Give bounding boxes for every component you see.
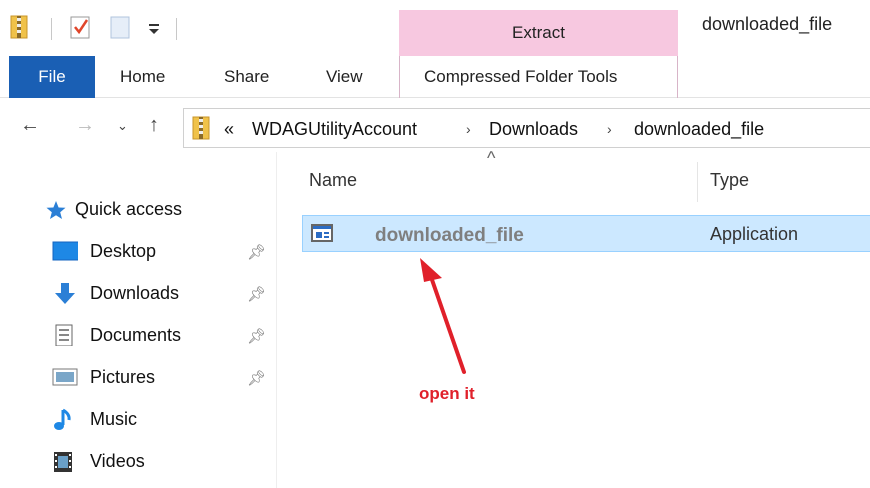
window-title: downloaded_file — [702, 14, 833, 34]
back-arrow-icon[interactable]: ← — [20, 114, 40, 137]
title-bar: Extract downloaded_file — [0, 0, 870, 56]
file-name: downloaded_file — [375, 225, 524, 246]
nav-documents[interactable]: Documents — [52, 318, 272, 352]
tab-compressed-folder-tools[interactable]: Compressed Folder Tools — [424, 56, 617, 98]
up-arrow-icon[interactable]: ↑ — [149, 114, 159, 137]
nav-item-label: Videos — [90, 451, 145, 471]
column-header-type[interactable]: Type — [710, 170, 749, 191]
tab-home[interactable]: Home — [120, 56, 165, 98]
annotation-label: open it — [419, 384, 475, 403]
recent-locations-chevron-icon[interactable]: ⌄ — [117, 118, 128, 134]
tab-view[interactable]: View — [326, 56, 363, 98]
file-type: Application — [710, 224, 799, 244]
breadcrumb-chevron-icon[interactable]: › — [607, 121, 612, 137]
nav-downloads[interactable]: Downloads — [52, 276, 272, 310]
breadcrumb-downloaded-file[interactable]: downloaded_file — [634, 119, 764, 140]
application-icon — [311, 224, 333, 242]
qat-separator — [51, 18, 52, 40]
zip-folder-icon — [192, 116, 210, 140]
pin-icon[interactable]: 📌︎ — [247, 369, 266, 387]
tab-share[interactable]: Share — [224, 56, 269, 98]
sort-ascending-icon: ^ — [487, 148, 496, 168]
nav-item-label: Downloads — [90, 283, 180, 303]
star-icon — [46, 201, 66, 219]
new-folder-icon[interactable] — [110, 14, 132, 40]
annotation-arrow — [420, 258, 466, 374]
nav-item-label: Documents — [90, 325, 182, 345]
desktop-icon — [52, 241, 78, 261]
pictures-icon — [52, 368, 78, 386]
nav-item-label: Desktop — [90, 241, 157, 261]
download-icon — [55, 283, 75, 304]
nav-item-label: Pictures — [90, 367, 156, 387]
navigation-pane: Quick access Desktop 📌︎ Downloads 📌︎ Doc… — [0, 152, 277, 488]
videos-icon — [54, 452, 72, 472]
tab-file[interactable]: File — [9, 56, 95, 98]
nav-desktop[interactable]: Desktop — [52, 234, 272, 268]
breadcrumb-downloads[interactable]: Downloads — [489, 119, 578, 140]
breadcrumb-chevron-icon[interactable]: › — [466, 121, 471, 137]
breadcrumb-overflow[interactable]: « — [224, 119, 234, 140]
zip-folder-icon — [10, 15, 28, 39]
customize-qat-icon[interactable] — [147, 22, 161, 36]
breadcrumb-wdagutilityaccount[interactable]: WDAGUtilityAccount — [252, 119, 417, 140]
address-bar[interactable]: « WDAGUtilityAccount › Downloads › downl… — [183, 108, 870, 148]
file-row-selected[interactable]: downloaded_file Application — [302, 215, 870, 252]
music-icon — [54, 408, 71, 430]
pin-icon[interactable]: 📌︎ — [247, 243, 266, 261]
column-header-name[interactable]: Name — [309, 170, 357, 191]
documents-icon — [55, 324, 73, 346]
context-tab-extract: Extract — [399, 10, 678, 56]
address-row: ← → ⌄ ↑ « WDAGUtilityAccount › Downloads… — [0, 104, 870, 152]
pin-icon[interactable]: 📌︎ — [247, 285, 266, 303]
column-divider[interactable] — [697, 162, 698, 202]
properties-icon[interactable] — [70, 14, 94, 40]
nav-item-label: Music — [90, 409, 138, 429]
nav-music[interactable]: Music — [52, 402, 272, 436]
nav-quick-access[interactable]: Quick access — [45, 192, 245, 226]
ribbon-tabs: File Home Share View Compressed Folder T… — [0, 56, 870, 98]
nav-item-label: Quick access — [75, 199, 183, 219]
qat-separator — [176, 18, 177, 40]
forward-arrow-icon[interactable]: → — [75, 114, 95, 137]
pin-icon[interactable]: 📌︎ — [247, 327, 266, 345]
nav-videos[interactable]: Videos — [52, 444, 272, 478]
nav-pictures[interactable]: Pictures — [52, 360, 272, 394]
